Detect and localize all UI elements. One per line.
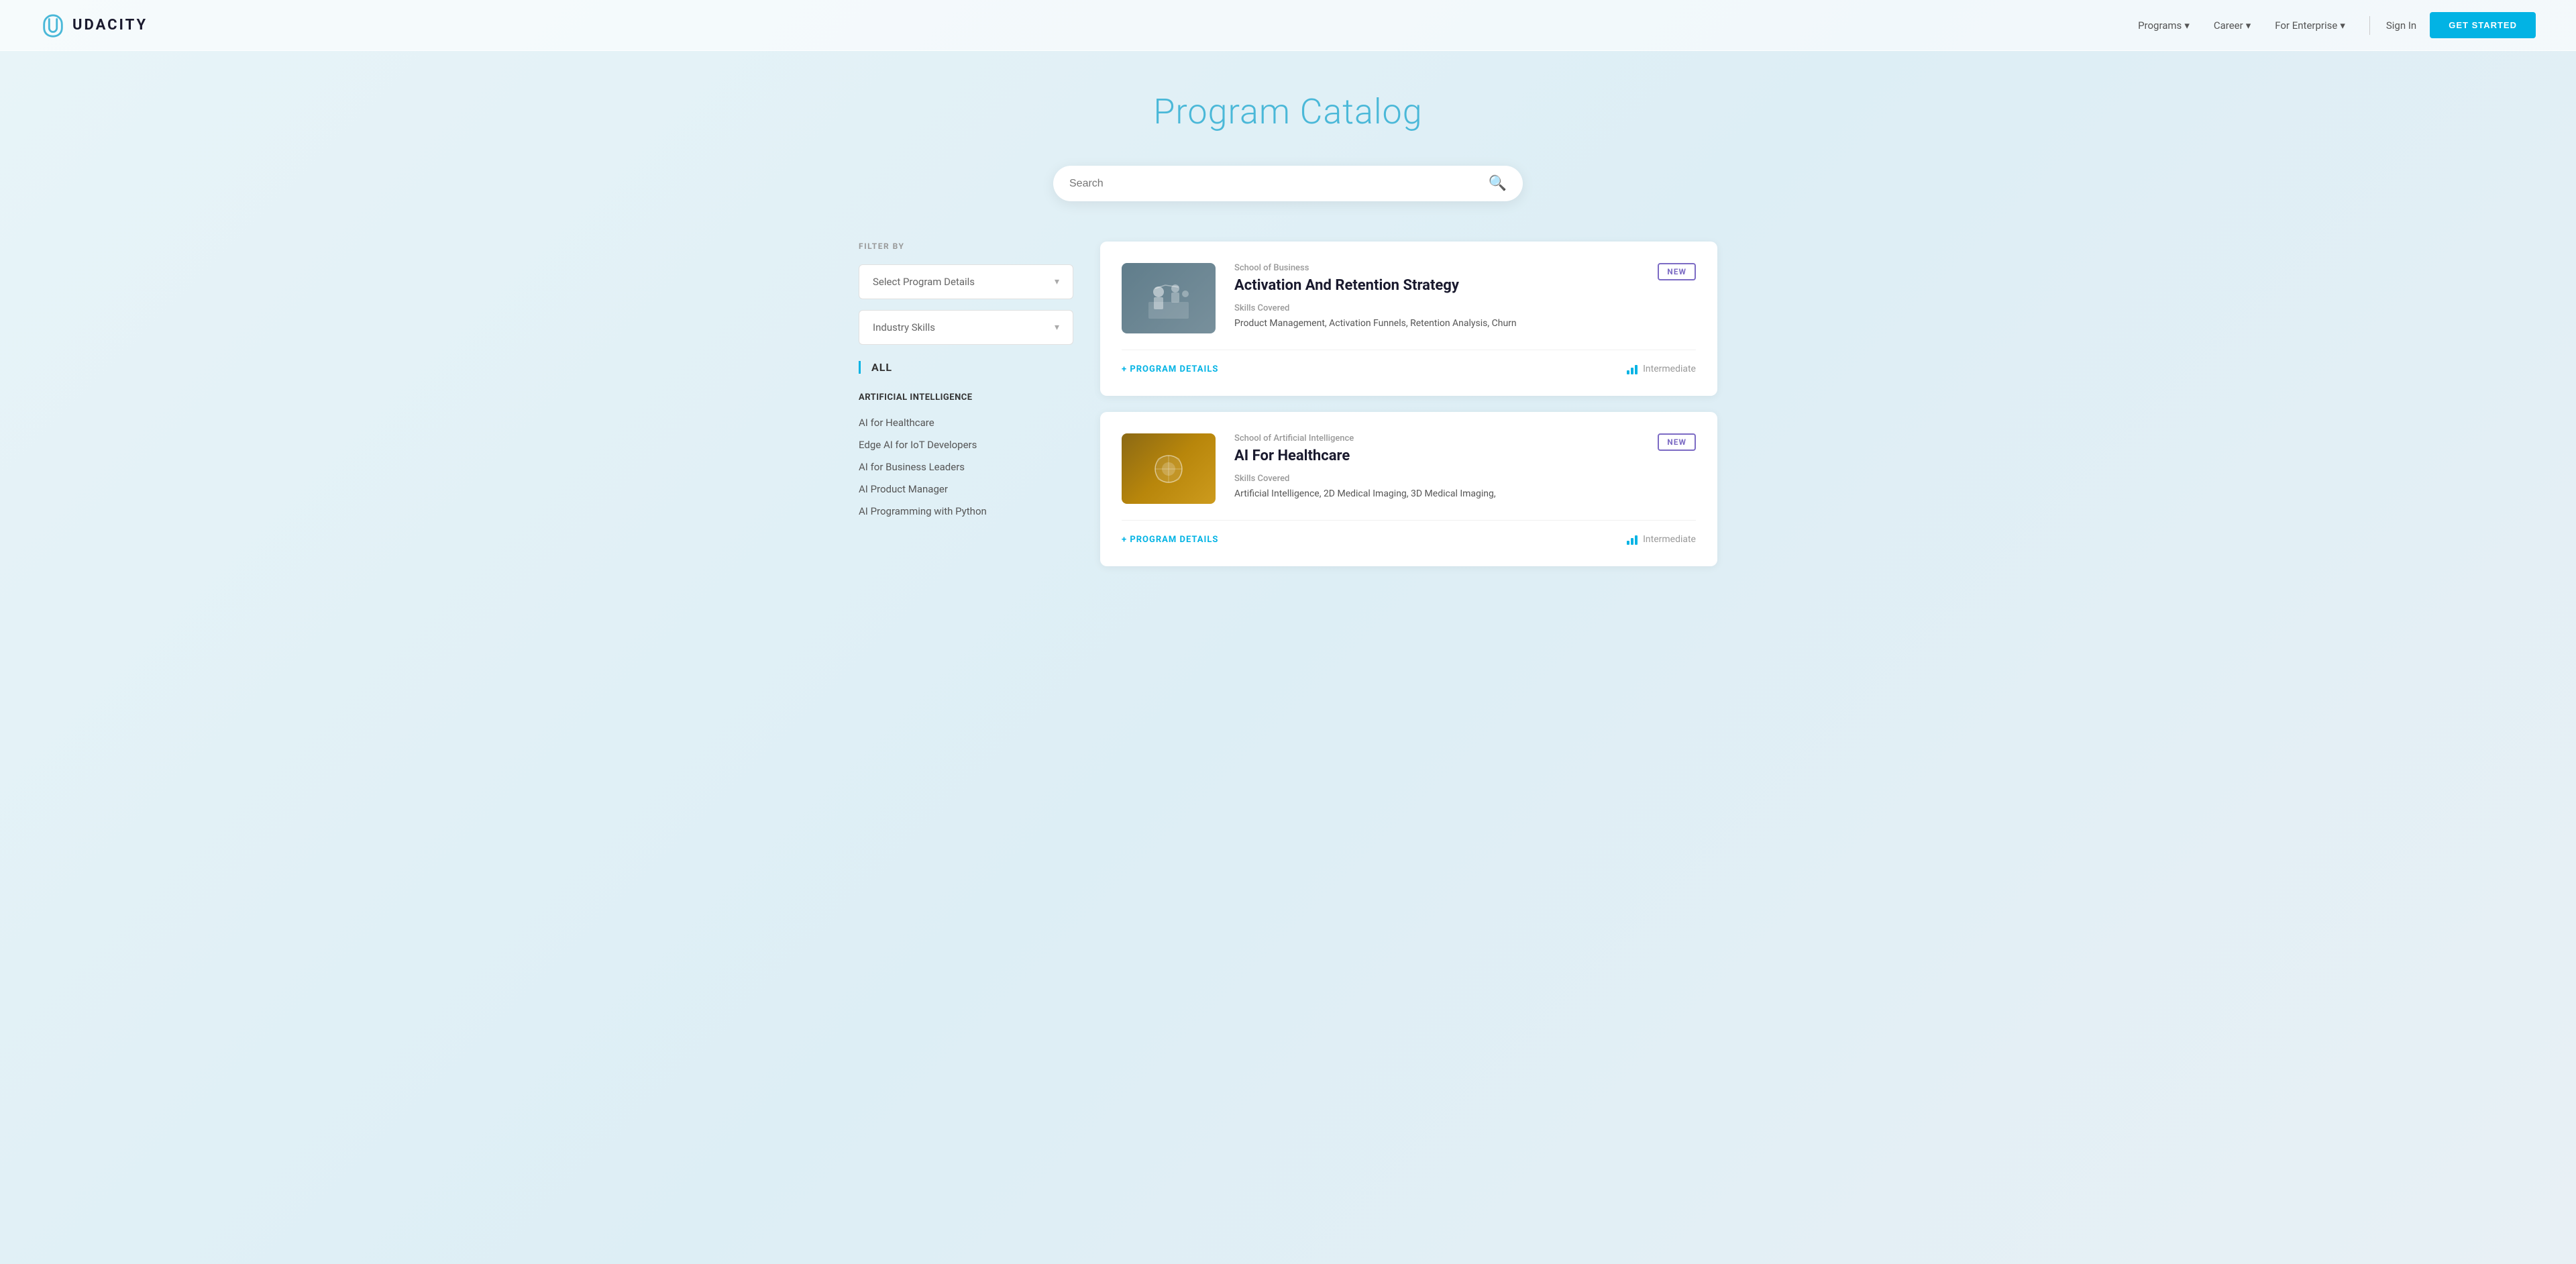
list-item[interactable]: AI for Business Leaders	[859, 456, 1073, 478]
main-content: FILTER BY Select Program Details ▾ Indus…	[818, 242, 1758, 623]
card-footer: + PROGRAM DETAILS Intermediate	[1122, 350, 1696, 374]
chevron-down-icon: ▾	[2340, 19, 2345, 32]
card-footer: + PROGRAM DETAILS Intermediate	[1122, 520, 1696, 545]
nav-career[interactable]: Career ▾	[2214, 19, 2251, 32]
search-input[interactable]	[1069, 178, 1489, 190]
industry-skills-dropdown[interactable]: Industry Skills ▾	[859, 310, 1073, 345]
level-text: Intermediate	[1643, 364, 1696, 374]
bar-mid	[1631, 368, 1633, 374]
skills-label: Skills Covered	[1234, 303, 1696, 313]
program-details-link[interactable]: + PROGRAM DETAILS	[1122, 535, 1218, 545]
thumbnail-business	[1122, 263, 1216, 333]
nav-divider	[2369, 16, 2370, 35]
program-details-link[interactable]: + PROGRAM DETAILS	[1122, 364, 1218, 374]
card-title: AI For Healthcare	[1234, 447, 1354, 464]
card-header-row: School of Business Activation And Retent…	[1234, 263, 1696, 303]
nav-enterprise[interactable]: For Enterprise ▾	[2275, 19, 2345, 32]
navbar: UDACITY Programs ▾ Career ▾ For Enterpri…	[0, 0, 2576, 51]
program-details-label: Select Program Details	[873, 276, 975, 288]
list-item[interactable]: AI for Healthcare	[859, 412, 1073, 434]
program-details-dropdown[interactable]: Select Program Details ▾	[859, 264, 1073, 299]
list-item[interactable]: Edge AI for IoT Developers	[859, 434, 1073, 456]
bar-low	[1627, 370, 1629, 374]
card-top: School of Business Activation And Retent…	[1122, 263, 1696, 333]
card-top: School of Artificial Intelligence AI For…	[1122, 433, 1696, 504]
nav-links: Programs ▾ Career ▾ For Enterprise ▾	[2138, 19, 2345, 32]
logo-area[interactable]: UDACITY	[40, 13, 148, 38]
nav-programs[interactable]: Programs ▾	[2138, 19, 2190, 32]
logo-text: UDACITY	[72, 17, 148, 34]
bar-chart-icon	[1627, 534, 1638, 545]
skills-text: Product Management, Activation Funnels, …	[1234, 316, 1696, 331]
skills-text: Artificial Intelligence, 2D Medical Imag…	[1234, 486, 1696, 501]
cards-area: School of Business Activation And Retent…	[1100, 242, 1717, 582]
bar-high	[1635, 365, 1638, 374]
new-badge: NEW	[1658, 263, 1696, 280]
new-badge: NEW	[1658, 433, 1696, 451]
category-title: ARTIFICIAL INTELLIGENCE	[859, 392, 1073, 403]
list-item[interactable]: AI Programming with Python	[859, 501, 1073, 523]
program-card: School of Artificial Intelligence AI For…	[1100, 412, 1717, 566]
chevron-down-icon: ▾	[1055, 276, 1059, 287]
all-filter[interactable]: ALL	[859, 361, 1073, 374]
sidebar: FILTER BY Select Program Details ▾ Indus…	[859, 242, 1073, 582]
card-info: School of Business Activation And Retent…	[1234, 263, 1696, 333]
level-text: Intermediate	[1643, 534, 1696, 545]
list-item[interactable]: AI Product Manager	[859, 478, 1073, 501]
card-header-row: School of Artificial Intelligence AI For…	[1234, 433, 1696, 474]
bar-high	[1635, 535, 1638, 545]
search-container: 🔍	[0, 166, 2576, 242]
get-started-button[interactable]: GET STARTED	[2430, 12, 2536, 38]
thumbnail-ai	[1122, 433, 1216, 504]
udacity-logo-icon	[40, 13, 66, 38]
school-name: School of Business	[1234, 263, 1459, 273]
card-title: Activation And Retention Strategy	[1234, 277, 1459, 294]
skills-label: Skills Covered	[1234, 474, 1696, 484]
bar-mid	[1631, 538, 1633, 545]
card-thumbnail	[1122, 433, 1216, 504]
hero-section: Program Catalog	[0, 51, 2576, 166]
all-label: ALL	[871, 361, 892, 374]
chevron-down-icon: ▾	[2184, 19, 2190, 32]
sign-in-link[interactable]: Sign In	[2386, 19, 2416, 32]
category-section: ARTIFICIAL INTELLIGENCE AI for Healthcar…	[859, 392, 1073, 523]
ai-thumbnail-graphic	[1142, 445, 1195, 492]
bar-low	[1627, 541, 1629, 545]
industry-skills-label: Industry Skills	[873, 321, 935, 333]
page-title: Program Catalog	[0, 91, 2576, 132]
level-badge: Intermediate	[1627, 364, 1696, 374]
search-icon[interactable]: 🔍	[1489, 175, 1507, 192]
card-thumbnail	[1122, 263, 1216, 333]
chevron-down-icon: ▾	[1055, 322, 1059, 333]
school-name: School of Artificial Intelligence	[1234, 433, 1354, 443]
level-badge: Intermediate	[1627, 534, 1696, 545]
search-box: 🔍	[1053, 166, 1523, 201]
chevron-down-icon: ▾	[2246, 19, 2251, 32]
card-info: School of Artificial Intelligence AI For…	[1234, 433, 1696, 504]
business-thumbnail-graphic	[1142, 275, 1195, 322]
bar-chart-icon	[1627, 364, 1638, 374]
program-card: School of Business Activation And Retent…	[1100, 242, 1717, 396]
filter-label: FILTER BY	[859, 242, 1073, 251]
